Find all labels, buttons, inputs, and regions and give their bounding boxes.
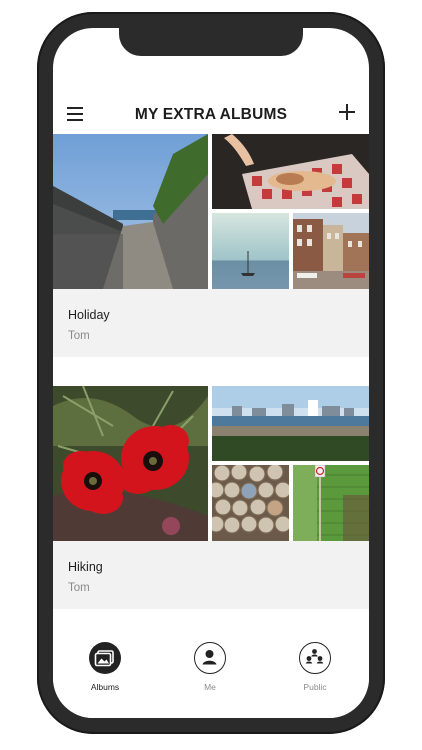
app-screen: MY EXTRA ALBUMS Holiday Tom Hiking Tom A… [53, 28, 369, 718]
app-header: MY EXTRA ALBUMS [53, 98, 369, 132]
album-photo[interactable] [212, 213, 289, 289]
album-photo[interactable] [212, 386, 369, 461]
person-icon [194, 642, 226, 674]
tab-label: Me [204, 682, 216, 692]
album-caption: Holiday Tom [53, 289, 369, 357]
phone-notch [119, 28, 303, 56]
album-owner: Tom [68, 330, 90, 342]
album-title: Holiday [68, 308, 110, 322]
album-photo[interactable] [293, 465, 369, 541]
album-photo-grid[interactable] [53, 134, 369, 289]
people-group-icon [299, 642, 331, 674]
menu-icon[interactable] [67, 107, 83, 121]
album-card-hiking[interactable]: Hiking Tom [53, 386, 369, 609]
bottom-tab-bar: Albums Me Public [53, 628, 369, 718]
album-photo[interactable] [212, 134, 369, 209]
album-photo[interactable] [53, 386, 208, 541]
album-owner: Tom [68, 582, 90, 594]
album-photo[interactable] [293, 213, 369, 289]
tab-me[interactable]: Me [171, 642, 251, 702]
tab-label: Public [303, 682, 327, 692]
tab-albums[interactable]: Albums [66, 642, 146, 702]
album-photo[interactable] [53, 134, 208, 289]
album-caption: Hiking Tom [53, 541, 369, 609]
album-title: Hiking [68, 560, 103, 574]
album-photo-grid[interactable] [53, 386, 369, 541]
tab-label: Albums [90, 682, 120, 692]
album-card-holiday[interactable]: Holiday Tom [53, 134, 369, 357]
add-album-icon[interactable] [339, 104, 355, 120]
albums-icon [89, 642, 121, 674]
tab-public[interactable]: Public [276, 642, 356, 702]
page-title: MY EXTRA ALBUMS [134, 106, 288, 123]
album-photo[interactable] [212, 465, 289, 541]
